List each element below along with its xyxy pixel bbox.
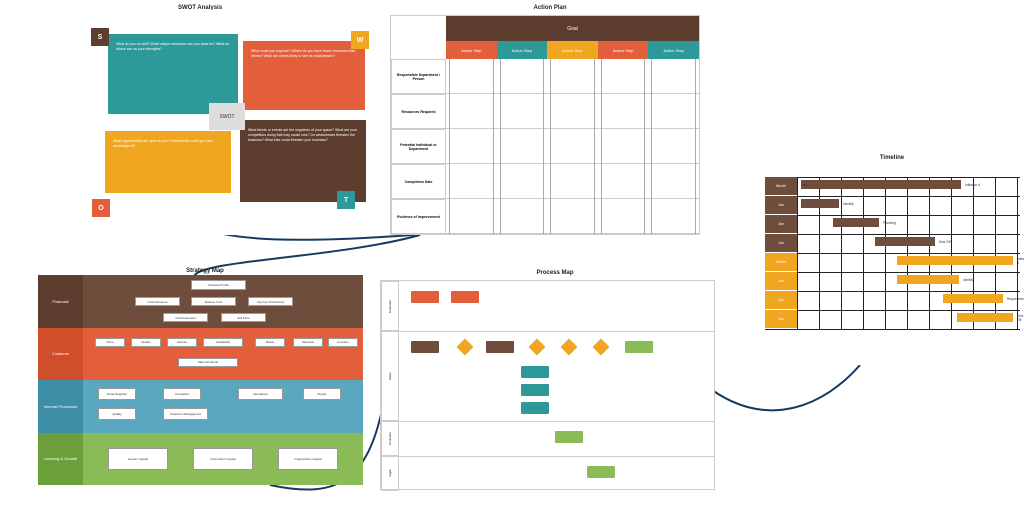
sm-node: Service [167, 338, 197, 347]
tl-row-label: Jan [765, 291, 797, 309]
action-row-4: Evidence of Improvement [391, 199, 446, 234]
tl-bar [833, 218, 879, 227]
sm-label-1: Customer [38, 328, 83, 381]
pm-step-3 [521, 366, 549, 378]
sm-node: Grow Revenue [135, 297, 180, 306]
pm-dec-2 [529, 339, 546, 356]
sm-node: Quality [131, 338, 161, 347]
pm-step-4 [521, 384, 549, 396]
sm-node: Availability [203, 338, 243, 347]
sm-node: Customer Management [163, 408, 208, 420]
tl-bar-label: Kick Off [937, 237, 952, 246]
action-panel: Goal Action Step Action Step Action Step… [390, 15, 700, 235]
swot-letter-t: T [337, 191, 355, 209]
sm-node: Meet all Needs [178, 358, 238, 367]
tl-bar-label: Identify [841, 199, 856, 208]
pm-lane-1: Sales [381, 331, 399, 421]
sm-label-3: Learning & Growth [38, 433, 83, 486]
pm-step-1 [411, 341, 439, 353]
tl-bar [801, 199, 839, 208]
swot-opportunities: What opportunities are open to you? What… [105, 131, 231, 193]
sm-node: Increase Profits [191, 280, 246, 290]
tl-row-label: Jan [765, 234, 797, 252]
action-col-1: Action Step [497, 41, 548, 59]
pm-step-6 [555, 431, 583, 443]
pm-step-5 [521, 402, 549, 414]
swot-center-label: SWOT [209, 103, 245, 130]
tl-row-label: Jan [765, 215, 797, 233]
tl-row-label: Jan [765, 310, 797, 328]
tl-bar-label: Requirements [1005, 294, 1024, 303]
sm-label-2: Internal Processes [38, 380, 83, 433]
pm-lane-2: Contracts [381, 421, 399, 456]
action-goal: Goal [446, 16, 699, 41]
swot-letter-o: O [92, 199, 110, 217]
tl-bar-label: Initiative B [1015, 256, 1024, 265]
tl-bar-label: Planning [881, 218, 898, 227]
tl-row-label: Jan [765, 272, 797, 290]
action-title: Action Plan [520, 5, 580, 11]
tl-row-label: Jan [765, 196, 797, 214]
swot-threats: What trends or events are the negatives … [240, 120, 366, 202]
action-row-1: Resources Required [391, 94, 446, 129]
sm-node: Price [95, 338, 125, 347]
sm-label-0: Financial [38, 275, 83, 328]
action-row-2: Potential Individual or Department [391, 129, 446, 164]
strategy-title: Strategy Map [175, 268, 235, 274]
pm-dec-4 [593, 339, 610, 356]
swot-panel: What do you do well? What unique resourc… [45, 10, 345, 235]
tl-bar [897, 275, 959, 284]
pm-start-1 [411, 291, 439, 303]
tl-row-label: Month [765, 253, 797, 271]
pm-dec-3 [561, 339, 578, 356]
sm-node: Add Customers [163, 313, 208, 322]
sm-node: Reduce Cost [191, 297, 236, 306]
swot-letter-w: W [351, 31, 369, 49]
process-panel: Customer Sales Contracts Legal [380, 280, 715, 490]
sm-node: Improve Productivity [248, 297, 293, 306]
tl-bar [957, 313, 1013, 322]
tl-bar: Big [801, 180, 961, 189]
tl-bar-label: Initiative A [963, 180, 982, 189]
process-title: Process Map [525, 270, 585, 276]
timeline-title: Timeline [862, 155, 922, 161]
pm-step-7 [587, 466, 615, 478]
sm-node: Brand [255, 338, 285, 347]
action-col-4: Action Step [648, 41, 699, 59]
action-col-3: Action Step [598, 41, 649, 59]
tl-row-label: Month [765, 177, 797, 195]
sm-node: Selection [293, 338, 323, 347]
action-col-2: Action Step [547, 41, 598, 59]
sm-node: Innovation [163, 388, 201, 400]
swot-letter-s: S [91, 28, 109, 46]
pm-start-2 [451, 291, 479, 303]
timeline-panel: MonthJanJanJanMonthJanJanJan BigInitiati… [765, 165, 1020, 365]
swot-weaknesses: What could you improve? Where do you hav… [243, 41, 365, 110]
tl-bar [943, 294, 1003, 303]
action-row-3: Completion Date [391, 164, 446, 199]
tl-bar [875, 237, 935, 246]
sm-node: Function [328, 338, 358, 347]
sm-node: Quality [98, 408, 136, 420]
action-row-0: Responsible Department / Person [391, 59, 446, 94]
sm-node: Organization Capital [278, 448, 338, 470]
sm-node: Human Capital [108, 448, 168, 470]
action-col-0: Action Step [446, 41, 497, 59]
pm-end-1 [625, 341, 653, 353]
pm-lane-0: Customer [381, 281, 399, 331]
tl-bar-label: Identify [961, 275, 976, 284]
sm-node: Good Neighbor [98, 388, 136, 400]
strategy-panel: Financial Increase Profits Grow Revenue Red… [38, 275, 363, 485]
pm-dec-1 [457, 339, 474, 356]
sm-node: Information Capital [193, 448, 253, 470]
sm-node: Operations [238, 388, 283, 400]
sm-node: Sell More [221, 313, 266, 322]
sm-node: Supply [303, 388, 341, 400]
tl-bar [897, 256, 1013, 265]
swot-strengths: What do you do well? What unique resourc… [108, 34, 238, 114]
pm-step-2 [486, 341, 514, 353]
tl-bar-label: Kick Off [1015, 313, 1024, 322]
pm-lane-3: Legal [381, 456, 399, 491]
